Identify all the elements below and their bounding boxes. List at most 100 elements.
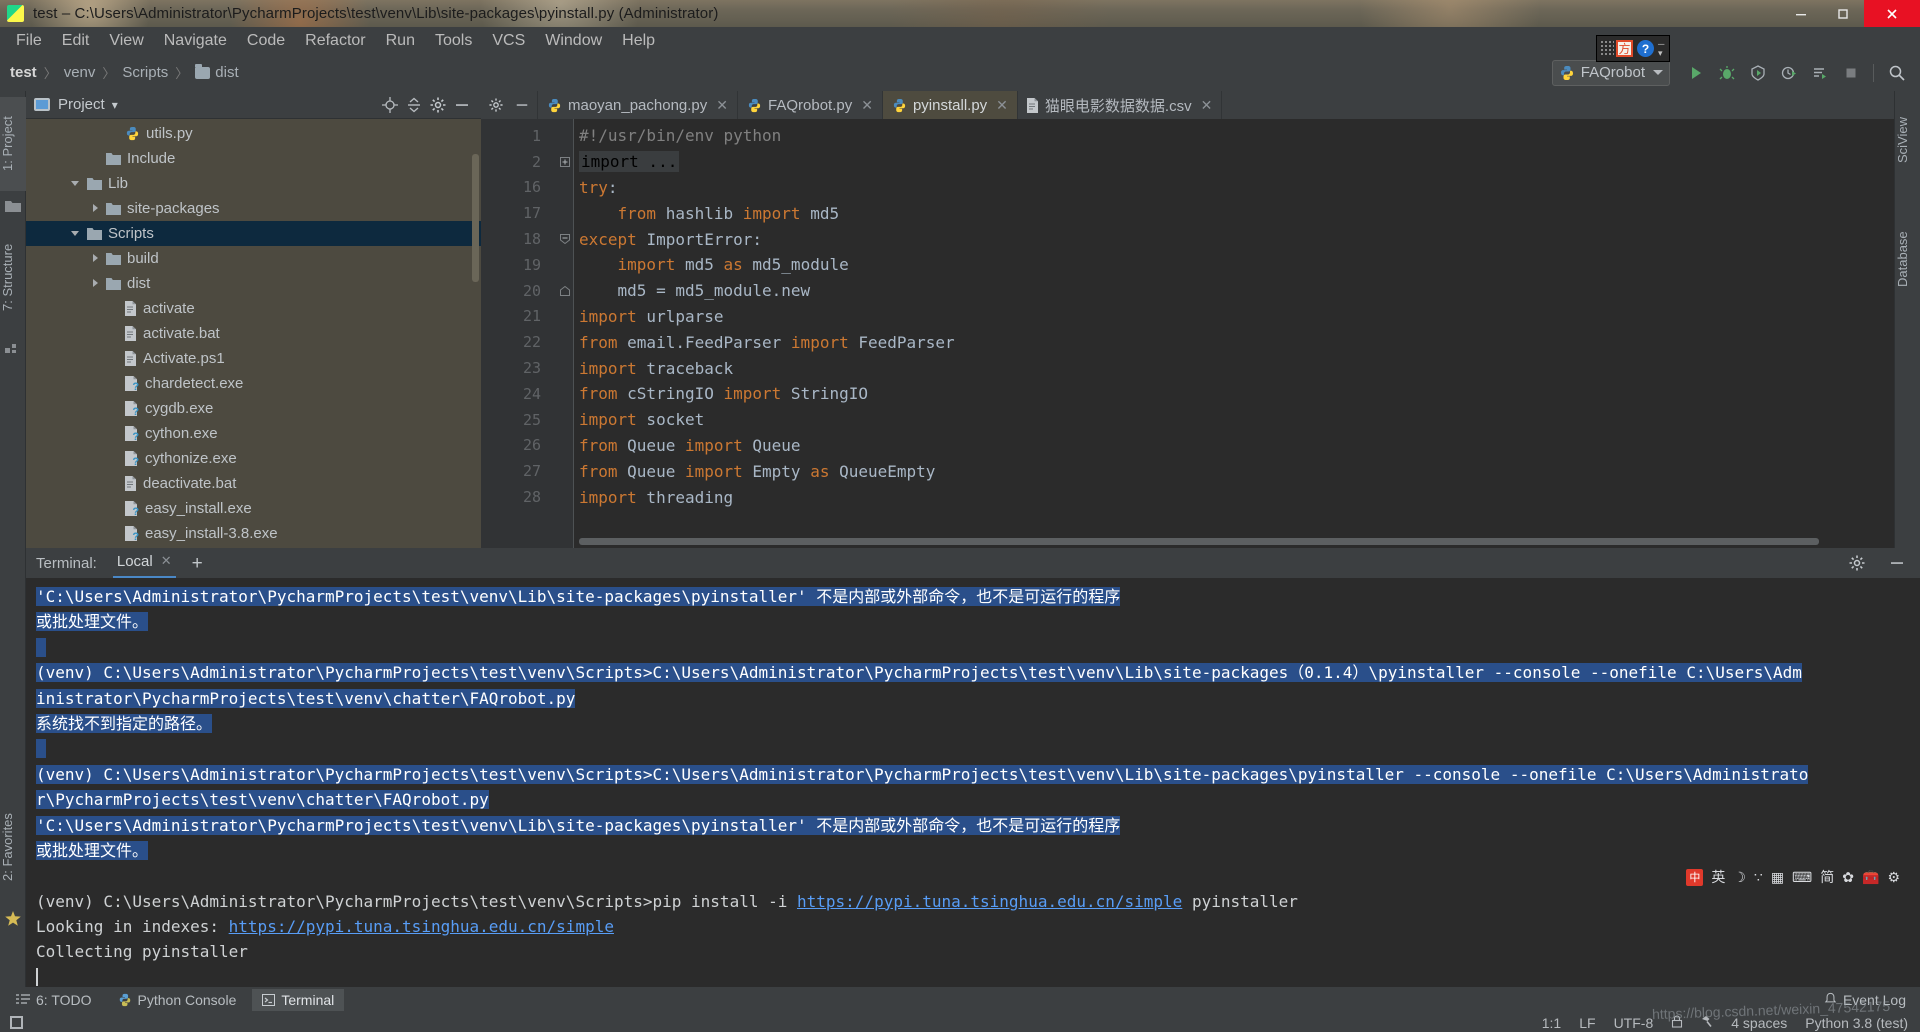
tree-item[interactable]: Activate.ps1 <box>26 346 481 371</box>
tree-item[interactable]: Scripts <box>26 221 481 246</box>
close-icon[interactable]: ✕ <box>861 97 873 114</box>
stop-button[interactable] <box>1837 59 1864 86</box>
code-line[interactable]: 26 from Queue import Queue <box>481 433 1920 459</box>
collapse-all-icon[interactable] <box>402 93 426 117</box>
tree-item[interactable]: deactivate.bat <box>26 471 481 496</box>
code-line[interactable]: 23 import traceback <box>481 355 1920 381</box>
sidebar-item-database[interactable]: Database <box>1895 211 1920 307</box>
editor-tab[interactable]: 猫眼电影数据数据.csv ✕ <box>1018 91 1223 119</box>
menu-run[interactable]: Run <box>376 29 425 53</box>
sidebar-item-project[interactable]: 1: Project <box>0 97 26 191</box>
drag-handle-icon[interactable] <box>1600 40 1614 57</box>
hide-panel-icon[interactable] <box>450 93 474 117</box>
code-line[interactable]: 21 import urlparse <box>481 304 1920 330</box>
close-button[interactable] <box>1864 0 1920 27</box>
tree-item[interactable]: ? easy_install-3.8.exe <box>26 521 481 546</box>
line-separator[interactable]: LF <box>1579 1015 1595 1031</box>
code-line[interactable]: 17 from hashlib import md5 <box>481 200 1920 226</box>
tree-item[interactable]: activate <box>26 296 481 321</box>
ime-mode-icon[interactable]: 中 <box>1686 868 1704 886</box>
code-line[interactable]: 20 md5 = md5_module.new <box>481 278 1920 304</box>
menu-view[interactable]: View <box>99 29 153 53</box>
settings-gear-icon[interactable] <box>426 93 450 117</box>
menu-refactor[interactable]: Refactor <box>295 29 375 53</box>
project-tree-scrollbar[interactable] <box>472 154 479 282</box>
close-icon[interactable]: ✕ <box>996 97 1008 114</box>
sidebar-item-favorites[interactable]: 2: Favorites <box>0 791 26 903</box>
menu-window[interactable]: Window <box>535 29 612 53</box>
hide-panel-icon[interactable] <box>515 98 529 112</box>
code-editor[interactable]: 1 #!/usr/bin/env python 2 import ... 16 try: 1… <box>481 119 1920 548</box>
code-line[interactable]: 24 from cStringIO import StringIO <box>481 381 1920 407</box>
editor-tab[interactable]: maoyan_pachong.py ✕ <box>538 91 739 119</box>
profile-button[interactable] <box>1775 59 1802 86</box>
terminal-link[interactable]: https://pypi.tuna.tsinghua.edu.cn/simple <box>797 892 1182 911</box>
tree-item[interactable]: ? easy_install.exe <box>26 496 481 521</box>
tree-item[interactable]: activate.bat <box>26 321 481 346</box>
python-interpreter[interactable]: Python 3.8 (test) <box>1805 1015 1908 1031</box>
editor-tab-strip[interactable]: maoyan_pachong.py ✕ FAQrobot.py ✕ pyinstall.… <box>481 91 1920 119</box>
ime-language-label[interactable]: 英 <box>1711 867 1725 887</box>
tree-item[interactable]: build <box>26 246 481 271</box>
breadcrumb-item-dist[interactable]: dist <box>195 63 239 81</box>
maximize-button[interactable] <box>1822 0 1864 27</box>
menu-navigate[interactable]: Navigate <box>154 29 237 53</box>
tree-item[interactable]: utils.py <box>26 121 481 146</box>
breadcrumb-item-venv[interactable]: venv <box>64 64 96 81</box>
debug-button[interactable] <box>1713 59 1740 86</box>
code-line[interactable]: 25 import socket <box>481 407 1920 433</box>
search-everywhere-button[interactable] <box>1883 59 1910 86</box>
chevron-right-icon[interactable] <box>89 277 102 290</box>
code-lines[interactable]: 1 #!/usr/bin/env python 2 import ... 16 try: 1… <box>481 119 1920 510</box>
bottom-tab-terminal[interactable]: Terminal <box>252 989 345 1011</box>
menu-code[interactable]: Code <box>237 29 295 53</box>
run-tests-button[interactable] <box>1806 59 1833 86</box>
chevron-right-icon[interactable] <box>89 252 102 265</box>
tree-item[interactable]: ? chardetect.exe <box>26 371 481 396</box>
settings-gear-icon[interactable] <box>489 98 503 112</box>
ime-input-icon[interactable]: ⌨ <box>1792 869 1812 886</box>
fold-expand-icon[interactable] <box>560 156 570 167</box>
ime-expand-icon[interactable]: ▾ <box>1658 48 1664 58</box>
ime-floating-toolbar[interactable]: 方 ? ─ ▾ <box>1596 35 1670 62</box>
breadcrumb-item-test[interactable]: test <box>10 64 37 81</box>
run-button[interactable] <box>1682 59 1709 86</box>
bottom-tab-python-console[interactable]: Python Console <box>108 989 247 1011</box>
code-line[interactable]: 27 from Queue import Empty as QueueEmpty <box>481 458 1920 484</box>
sidebar-item-sciview[interactable]: SciView <box>1895 99 1920 181</box>
ime-status-toolbar[interactable]: 中英 ☽ ∵ ▦ ⌨ 简 ✿ 🧰 ⚙ <box>1682 866 1904 888</box>
fold-collapse-icon[interactable] <box>560 234 570 245</box>
ime-settings-icon[interactable]: ⚙ <box>1887 869 1900 886</box>
tree-item[interactable]: ? cythonize.exe <box>26 446 481 471</box>
menu-file[interactable]: File <box>6 29 52 53</box>
hide-panel-icon[interactable] <box>1884 550 1910 576</box>
fold-end-icon[interactable] <box>560 285 570 296</box>
new-terminal-tab-button[interactable]: + <box>192 554 203 573</box>
menu-help[interactable]: Help <box>612 29 665 53</box>
status-bar-toggle-icon[interactable] <box>10 1016 23 1029</box>
code-line[interactable]: 1 #!/usr/bin/env python <box>481 123 1920 149</box>
close-icon[interactable]: ✕ <box>1201 97 1213 114</box>
menu-vcs[interactable]: VCS <box>482 29 535 53</box>
chevron-down-icon[interactable] <box>70 177 83 190</box>
ime-square-icon[interactable]: 方 <box>1616 40 1633 57</box>
editor-horizontal-scrollbar[interactable] <box>579 538 1819 545</box>
bottom-tab-todo[interactable]: 6: TODO <box>6 989 102 1011</box>
tree-item[interactable]: ? cygdb.exe <box>26 396 481 421</box>
code-line[interactable]: 18 except ImportError: <box>481 226 1920 252</box>
breadcrumb-item-scripts[interactable]: Scripts <box>122 64 168 81</box>
minimize-button[interactable] <box>1780 0 1822 27</box>
help-icon[interactable]: ? <box>1637 40 1654 57</box>
caret-position[interactable]: 1:1 <box>1542 1015 1561 1031</box>
terminal-link[interactable]: https://pypi.tuna.tsinghua.edu.cn/simple <box>229 917 614 936</box>
code-line[interactable]: 28 import threading <box>481 484 1920 510</box>
code-line[interactable]: 2 import ... <box>481 149 1920 175</box>
ime-collapse-controls[interactable]: ─ ▾ <box>1658 39 1664 58</box>
close-icon[interactable]: ✕ <box>161 553 172 569</box>
tree-item[interactable]: Lib <box>26 171 481 196</box>
settings-gear-icon[interactable] <box>1844 550 1870 576</box>
editor-tab[interactable]: pyinstall.py ✕ <box>882 91 1018 119</box>
tree-item[interactable]: ? cython.exe <box>26 421 481 446</box>
file-encoding[interactable]: UTF-8 <box>1614 1015 1654 1031</box>
ime-simplified-icon[interactable]: 简 <box>1820 867 1834 887</box>
